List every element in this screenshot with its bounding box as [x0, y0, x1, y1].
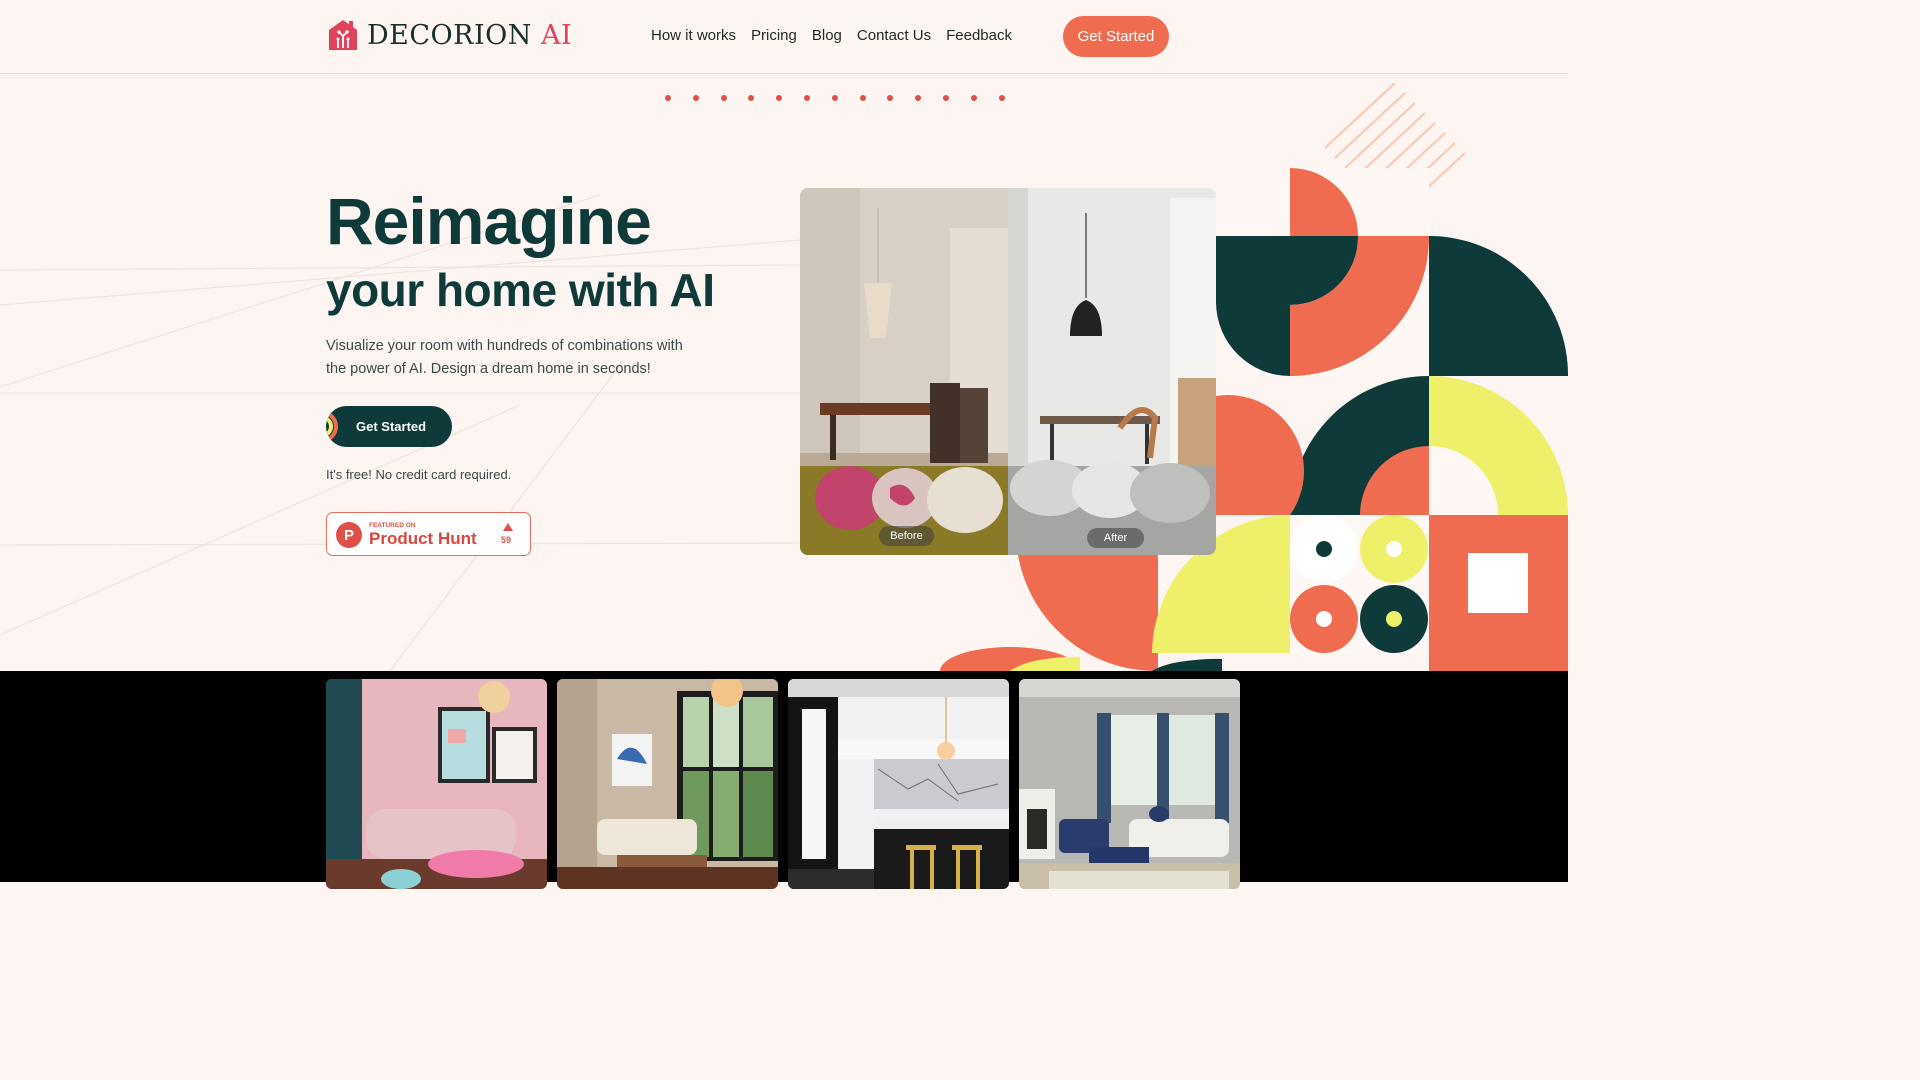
nav-pricing[interactable]: Pricing	[751, 27, 797, 44]
before-label: Before	[879, 526, 934, 546]
brand-logo[interactable]: DECORION AI	[327, 18, 572, 52]
upvote-count: 59	[501, 535, 512, 545]
ring-accent-icon	[326, 411, 338, 442]
before-after-illustration	[800, 188, 1216, 555]
brand-suffix: AI	[541, 19, 573, 51]
free-note: It's free! No credit card required.	[326, 467, 512, 482]
product-hunt-logo-icon: P	[336, 522, 362, 548]
hero-title: Reimagine	[326, 184, 652, 258]
nav-contact-us[interactable]: Contact Us	[857, 27, 931, 44]
product-hunt-name: Product Hunt	[369, 529, 477, 548]
product-hunt-featured: FEATURED ON	[369, 522, 416, 529]
pink-living-room-image	[326, 679, 547, 889]
gallery-image-modern-living-room[interactable]	[557, 679, 778, 889]
gallery-strip	[0, 671, 1568, 889]
marble-kitchen-image	[788, 679, 1009, 889]
after-label: After	[1087, 528, 1144, 548]
header-get-started-button[interactable]: Get Started	[1063, 16, 1169, 57]
nav-how-it-works[interactable]: How it works	[651, 27, 736, 44]
hero-cta-label: Get Started	[356, 419, 427, 434]
brand-name: DECORION AI	[367, 19, 573, 51]
hero-section: Reimagine your home with AI Visualize yo…	[0, 75, 1568, 671]
nav-feedback[interactable]: Feedback	[946, 27, 1012, 44]
product-hunt-badge[interactable]: P FEATURED ON Product Hunt 59	[326, 512, 531, 556]
main-nav: How it works Pricing Blog Contact Us Fee…	[651, 27, 1012, 44]
upvote-arrow-icon	[503, 523, 513, 531]
nav-blog[interactable]: Blog	[812, 27, 842, 44]
modern-living-room-image	[557, 679, 778, 889]
gallery-image-classic-living-room[interactable]	[1019, 679, 1240, 889]
gallery-image-pink-living-room[interactable]	[326, 679, 547, 889]
site-header: DECORION AI How it works Pricing Blog Co…	[0, 0, 1568, 74]
hero-get-started-button[interactable]: Get Started	[326, 406, 452, 447]
hero-description: Visualize your room with hundreds of com…	[326, 338, 683, 377]
before-after-image[interactable]: Before After	[800, 188, 1216, 555]
gallery-image-marble-kitchen[interactable]	[788, 679, 1009, 889]
house-logo-icon	[329, 20, 357, 50]
classic-living-room-image	[1019, 679, 1240, 889]
hero-subtitle: your home with AI	[326, 264, 715, 316]
